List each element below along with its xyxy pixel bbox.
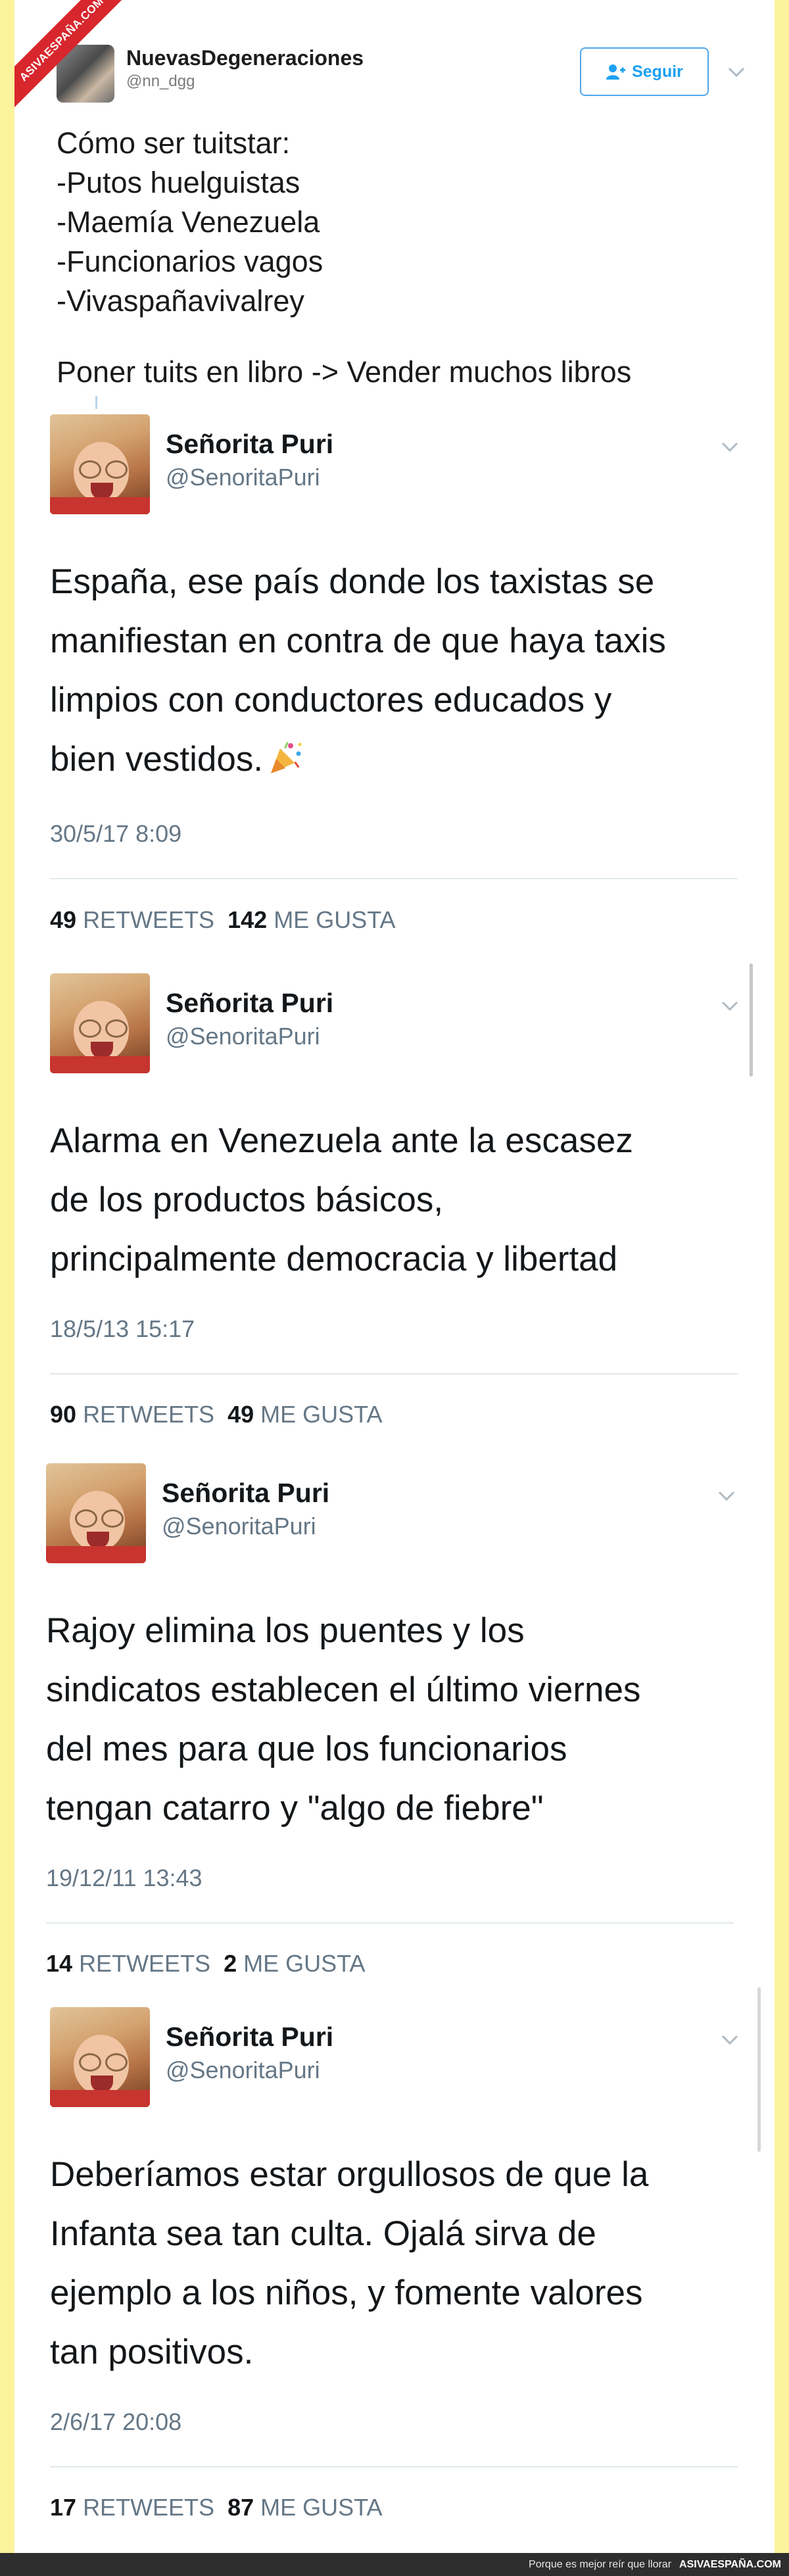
tweet-line: limpios con conductores educados y <box>50 681 612 719</box>
divider <box>50 878 738 879</box>
tweet-line: Alarma en Venezuela ante la escasez <box>50 1121 633 1160</box>
retweet-label[interactable]: RETWEETS <box>83 2494 214 2521</box>
like-label[interactable]: ME GUSTA <box>243 1950 365 1977</box>
like-count[interactable]: 87 <box>227 2494 254 2521</box>
tweet-text: Cómo ser tuitstar: -Putos huelguistas -M… <box>57 124 323 321</box>
tweet-line: de los productos básicos, <box>50 1180 444 1219</box>
like-count[interactable]: 142 <box>227 906 267 933</box>
chevron-down-icon[interactable] <box>727 66 746 79</box>
intro-line: -Putos huelguistas <box>57 166 300 199</box>
avatar[interactable] <box>50 973 150 1073</box>
tweet-line: tengan catarro y "algo de fiebre" <box>46 1789 544 1828</box>
retweet-count[interactable]: 49 <box>50 906 76 933</box>
watermark-footer: Porque es mejor reír que llorar ASIVAESP… <box>0 2553 789 2576</box>
divider-mark <box>95 396 97 409</box>
avatar[interactable] <box>50 414 150 514</box>
divider <box>50 2466 738 2467</box>
follow-button[interactable]: Seguir <box>580 47 709 96</box>
author-handle[interactable]: @SenoritaPuri <box>166 464 320 491</box>
chevron-down-icon[interactable] <box>720 441 740 454</box>
intro-line: -Maemía Venezuela <box>57 205 320 239</box>
author-handle[interactable]: @SenoritaPuri <box>166 1023 320 1050</box>
chevron-down-icon[interactable] <box>720 2033 740 2047</box>
retweet-label[interactable]: RETWEETS <box>83 906 214 933</box>
author-name[interactable]: Señorita Puri <box>166 988 333 1019</box>
like-label[interactable]: ME GUSTA <box>274 906 395 933</box>
follow-label: Seguir <box>632 62 683 81</box>
retweet-label[interactable]: RETWEETS <box>79 1950 210 1977</box>
like-label[interactable]: ME GUSTA <box>260 2494 382 2521</box>
intro-line: Cómo ser tuitstar: <box>57 126 291 160</box>
tweet-line: Infanta sea tan culta. Ojalá sirva de <box>50 2214 596 2253</box>
embedded-tweet: Señorita Puri @SenoritaPuri Deberíamos e… <box>14 1987 775 2533</box>
like-count[interactable]: 2 <box>224 1950 237 1977</box>
embedded-tweet: Señorita Puri @SenoritaPuri Rajoy elimin… <box>14 1463 775 1983</box>
author-name[interactable]: NuevasDegeneraciones <box>126 46 364 70</box>
party-popper-icon <box>271 742 302 773</box>
tweet-text: Rajoy elimina los puentes y los sindicat… <box>46 1601 640 1838</box>
chevron-down-icon[interactable] <box>717 1490 736 1503</box>
tweet-collage: ASIVAESPAÑA.COM NuevasDegeneraciones @nn… <box>14 0 775 2553</box>
tweet-timestamp[interactable]: 30/5/17 8:09 <box>50 820 181 848</box>
embedded-tweet: Señorita Puri @SenoritaPuri España, ese … <box>14 414 775 954</box>
tweet-line: tan positivos. <box>50 2333 254 2371</box>
tweet-timestamp[interactable]: 18/5/13 15:17 <box>50 1315 195 1343</box>
tweet-timestamp[interactable]: 2/6/17 20:08 <box>50 2408 181 2436</box>
tweet-line: del mes para que los funcionarios <box>46 1730 567 1768</box>
author-name[interactable]: Señorita Puri <box>166 429 333 460</box>
tweet-line: bien vestidos. <box>50 740 264 779</box>
avatar[interactable] <box>50 2007 150 2107</box>
like-label[interactable]: ME GUSTA <box>260 1401 382 1428</box>
retweet-count[interactable]: 90 <box>50 1401 76 1428</box>
tweet-text: Deberíamos estar orgullosos de que la In… <box>50 2145 648 2382</box>
intro-line: -Vivaspañavivalrey <box>57 284 304 318</box>
author-handle[interactable]: @SenoritaPuri <box>162 1513 316 1540</box>
tweet-line: principalmente democracia y libertad <box>50 1240 618 1278</box>
tweet-line: manifiestan en contra de que haya taxis <box>50 621 666 660</box>
footer-site[interactable]: ASIVAESPAÑA.COM <box>679 2559 781 2571</box>
scrollbar[interactable] <box>750 963 753 1077</box>
author-handle[interactable]: @SenoritaPuri <box>166 2056 320 2084</box>
footer-slogan: Porque es mejor reír que llorar <box>529 2558 672 2570</box>
like-count[interactable]: 49 <box>227 1401 254 1428</box>
avatar[interactable] <box>46 1463 146 1563</box>
scrollbar[interactable] <box>757 1987 761 2152</box>
tweet-line: ejemplo a los niños, y fomente valores <box>50 2273 643 2312</box>
tweet-stats: 90 RETWEETS 49 ME GUSTA <box>50 1401 383 1428</box>
tweet-timestamp[interactable]: 19/12/11 13:43 <box>46 1864 203 1892</box>
divider <box>46 1922 734 1924</box>
tweet-line: España, ese país donde los taxistas se <box>50 562 655 601</box>
divider <box>50 1373 738 1374</box>
tweet-line: Deberíamos estar orgullosos de que la <box>50 2155 649 2194</box>
retweet-count[interactable]: 17 <box>50 2494 76 2521</box>
intro-line: -Funcionarios vagos <box>57 245 323 278</box>
intro-footer-line: Poner tuits en libro -> Vender muchos li… <box>57 355 632 389</box>
tweet-stats: 49 RETWEETS 142 ME GUSTA <box>50 906 396 934</box>
retweet-label[interactable]: RETWEETS <box>83 1401 214 1428</box>
author-handle[interactable]: @nn_dgg <box>126 72 195 91</box>
author-name[interactable]: Señorita Puri <box>166 2022 333 2053</box>
tweet-line: Rajoy elimina los puentes y los <box>46 1611 525 1650</box>
tweet-line: sindicatos establecen el último viernes <box>46 1670 641 1709</box>
tweet-stats: 14 RETWEETS 2 ME GUSTA <box>46 1950 365 1978</box>
chevron-down-icon[interactable] <box>720 1000 740 1013</box>
author-name[interactable]: Señorita Puri <box>162 1478 329 1509</box>
retweet-count[interactable]: 14 <box>46 1950 72 1977</box>
tweet-text: España, ese país donde los taxistas se m… <box>50 552 666 789</box>
add-user-icon <box>606 64 626 80</box>
tweet-stats: 17 RETWEETS 87 ME GUSTA <box>50 2494 383 2521</box>
embedded-tweet: Señorita Puri @SenoritaPuri Alarma en Ve… <box>14 963 775 1434</box>
tweet-text: Alarma en Venezuela ante la escasez de l… <box>50 1111 633 1289</box>
